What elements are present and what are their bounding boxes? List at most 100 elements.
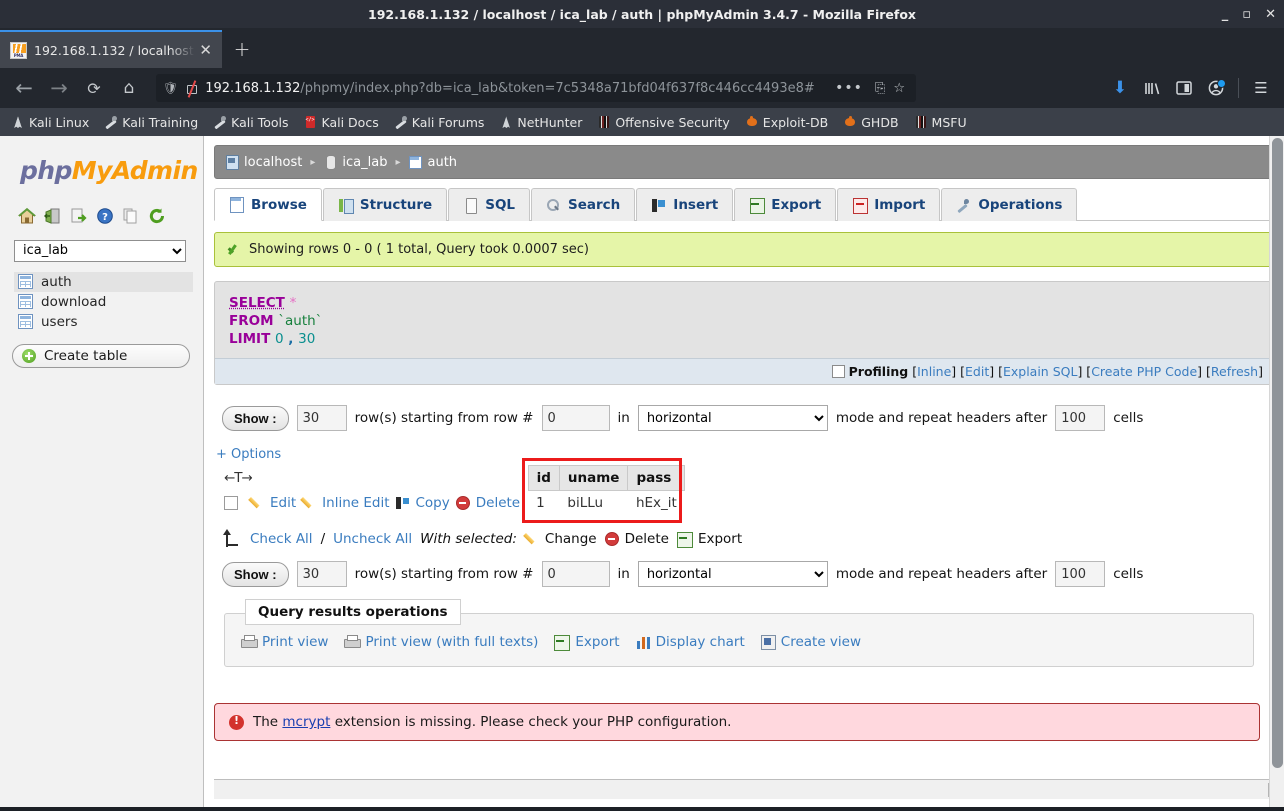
display-chart-link[interactable]: Display chart bbox=[656, 634, 745, 650]
back-icon[interactable]: ← bbox=[8, 73, 40, 103]
breadcrumb-server[interactable]: localhost bbox=[225, 155, 302, 170]
create-php-code-link[interactable]: Create PHP Code bbox=[1091, 364, 1197, 379]
export-action[interactable]: Export bbox=[554, 634, 619, 650]
tab-import[interactable]: Import bbox=[837, 188, 940, 221]
copy-link[interactable]: Copy bbox=[416, 495, 450, 511]
cell-id[interactable]: 1 bbox=[528, 491, 559, 516]
reload-icon[interactable]: ⟳ bbox=[78, 73, 110, 103]
column-header-pass[interactable]: pass bbox=[628, 466, 685, 491]
show-button[interactable]: Show : bbox=[222, 406, 289, 431]
home-icon[interactable]: ⌂ bbox=[113, 73, 145, 103]
bookmark-exploit-db[interactable]: Exploit-DB bbox=[738, 113, 835, 132]
export-link[interactable]: Export bbox=[575, 634, 619, 650]
bookmark-kali-linux[interactable]: Kali Linux bbox=[4, 113, 96, 132]
print-view-action[interactable]: Print view bbox=[241, 634, 328, 650]
downloads-icon[interactable]: ⬇ bbox=[1105, 73, 1135, 103]
start-row-input[interactable] bbox=[542, 561, 610, 587]
home-icon[interactable] bbox=[18, 207, 36, 225]
url-input[interactable]: 192.168.1.132/phpmy/index.php?db=ica_lab… bbox=[205, 81, 827, 96]
bookmark-kali-docs[interactable]: Kali Docs bbox=[297, 113, 386, 132]
close-tab-icon[interactable]: ✕ bbox=[195, 43, 216, 58]
rows-input[interactable] bbox=[297, 561, 347, 587]
select-all-arrow-icon[interactable] bbox=[220, 529, 238, 549]
forward-icon[interactable]: → bbox=[43, 73, 75, 103]
delete-icon[interactable] bbox=[456, 496, 470, 510]
change-action[interactable]: Change bbox=[525, 531, 597, 547]
bookmark-kali-forums[interactable]: Kali Forums bbox=[387, 113, 492, 132]
menu-icon[interactable]: ☰ bbox=[1246, 73, 1276, 103]
column-header-uname[interactable]: uname bbox=[559, 466, 628, 491]
url-bar[interactable]: 🛡 192.168.1.132/phpmy/index.php?db=ica_l… bbox=[156, 74, 916, 102]
shield-icon[interactable]: 🛡 bbox=[163, 81, 178, 95]
table-item-download[interactable]: download bbox=[14, 292, 193, 312]
display-mode-select[interactable]: horizontal bbox=[638, 561, 828, 587]
maximize-button[interactable]: ▫ bbox=[1242, 8, 1251, 21]
edit-link[interactable]: Edit bbox=[270, 495, 296, 511]
tab-structure[interactable]: Structure bbox=[323, 188, 447, 221]
rows-input[interactable] bbox=[297, 405, 347, 431]
create-view-link[interactable]: Create view bbox=[781, 634, 861, 650]
print-view-link[interactable]: Print view bbox=[262, 634, 328, 650]
edit-link[interactable]: Edit bbox=[965, 364, 989, 379]
lock-broken-icon[interactable] bbox=[185, 81, 198, 96]
mcrypt-link[interactable]: mcrypt bbox=[282, 714, 330, 730]
bookmark-nethunter[interactable]: NetHunter bbox=[492, 113, 589, 132]
column-header-id[interactable]: id bbox=[528, 466, 559, 491]
print-view-full-action[interactable]: Print view (with full texts) bbox=[344, 634, 538, 650]
tab-operations[interactable]: Operations bbox=[941, 188, 1077, 221]
docs-icon[interactable] bbox=[122, 207, 140, 225]
reader-view-icon[interactable]: ⎘ bbox=[871, 81, 889, 96]
check-all-link[interactable]: Check All bbox=[250, 531, 313, 547]
delete-link[interactable]: Delete bbox=[476, 495, 520, 511]
tab-search[interactable]: Search bbox=[531, 188, 635, 221]
bookmark-star-icon[interactable]: ☆ bbox=[889, 81, 909, 96]
page-actions-icon[interactable]: ••• bbox=[827, 80, 871, 96]
explain-sql-link[interactable]: Explain SQL bbox=[1003, 364, 1077, 379]
close-button[interactable]: ✕ bbox=[1265, 8, 1276, 21]
cell-uname[interactable]: biLLu bbox=[559, 491, 628, 516]
uncheck-all-link[interactable]: Uncheck All bbox=[333, 531, 412, 547]
copy-icon[interactable] bbox=[396, 496, 410, 510]
create-table-button[interactable]: Create table bbox=[12, 344, 190, 368]
refresh-link[interactable]: Refresh bbox=[1211, 364, 1258, 379]
display-mode-select[interactable]: horizontal bbox=[638, 405, 828, 431]
repeat-headers-input[interactable] bbox=[1055, 405, 1105, 431]
tab-sql[interactable]: SQL bbox=[448, 188, 530, 221]
tab-insert[interactable]: Insert bbox=[636, 188, 733, 221]
browser-tab[interactable]: 192.168.1.132 / localhost ✕ bbox=[0, 30, 222, 68]
inner-horizontal-scrollbar[interactable] bbox=[214, 779, 1284, 799]
options-toggle[interactable]: + Options bbox=[216, 447, 1274, 462]
export-action[interactable]: Export bbox=[677, 531, 742, 547]
minimize-button[interactable]: _ bbox=[1222, 8, 1229, 21]
edit-pencil-icon[interactable] bbox=[250, 496, 264, 510]
table-item-auth[interactable]: auth bbox=[14, 272, 193, 292]
row-checkbox[interactable] bbox=[224, 496, 238, 510]
inline-edit-pencil-icon[interactable] bbox=[302, 496, 316, 510]
bookmark-kali-tools[interactable]: Kali Tools bbox=[206, 113, 295, 132]
start-row-input[interactable] bbox=[542, 405, 610, 431]
create-view-action[interactable]: Create view bbox=[761, 634, 861, 650]
scrollbar-thumb[interactable] bbox=[1272, 138, 1283, 768]
print-view-full-link[interactable]: Print view (with full texts) bbox=[365, 634, 538, 650]
logout-icon[interactable] bbox=[44, 207, 62, 225]
tab-export[interactable]: Export bbox=[734, 188, 836, 221]
table-item-users[interactable]: users bbox=[14, 312, 193, 332]
show-button[interactable]: Show : bbox=[222, 562, 289, 587]
cell-pass[interactable]: hEx_it bbox=[628, 491, 685, 516]
phpmyadmin-logo[interactable]: phpMyAdmin bbox=[20, 156, 193, 185]
inline-link[interactable]: Inline bbox=[917, 364, 951, 379]
sidebar-icon[interactable] bbox=[1169, 73, 1199, 103]
bookmark-msfu[interactable]: MSFU bbox=[907, 113, 974, 132]
library-icon[interactable] bbox=[1137, 73, 1167, 103]
new-tab-button[interactable]: + bbox=[222, 30, 262, 68]
help-icon[interactable]: ? bbox=[96, 207, 114, 225]
export-icon[interactable] bbox=[70, 207, 88, 225]
page-vertical-scrollbar[interactable] bbox=[1269, 136, 1284, 807]
breadcrumb-database[interactable]: ica_lab bbox=[323, 155, 387, 170]
bookmark-offensive-security[interactable]: Offensive Security bbox=[590, 113, 736, 132]
sort-handle[interactable]: ←T→ bbox=[216, 466, 528, 491]
delete-action[interactable]: Delete bbox=[605, 531, 669, 547]
breadcrumb-table[interactable]: auth bbox=[408, 155, 457, 170]
repeat-headers-input[interactable] bbox=[1055, 561, 1105, 587]
inline-edit-link[interactable]: Inline Edit bbox=[322, 495, 389, 511]
